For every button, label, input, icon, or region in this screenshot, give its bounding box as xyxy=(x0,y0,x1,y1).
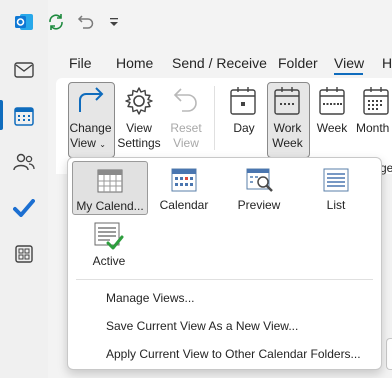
work-week-icon xyxy=(273,86,301,119)
save-view-menu-item[interactable]: Save Current View As a New View... xyxy=(106,319,298,333)
apply-view-menu-item[interactable]: Apply Current View to Other Calendar Fol… xyxy=(106,347,361,361)
reset-view-label-1: Reset xyxy=(170,121,202,135)
ribbon-separator xyxy=(214,86,215,150)
todo-icon[interactable] xyxy=(8,192,40,224)
view-option-list[interactable]: List xyxy=(299,161,373,213)
rail-selection-indicator xyxy=(0,100,3,130)
month-button[interactable]: Month xyxy=(356,121,392,136)
calendar-icon[interactable] xyxy=(8,100,40,132)
change-view-label-1: Change xyxy=(69,121,112,135)
sync-icon[interactable] xyxy=(46,12,66,32)
navigation-rail xyxy=(0,0,48,378)
tab-home[interactable]: Home xyxy=(116,55,153,71)
view-option-preview[interactable]: Preview xyxy=(222,161,296,213)
outlook-logo-icon xyxy=(14,12,34,32)
view-option-label: Active xyxy=(92,254,126,268)
view-option-label: My Calend... xyxy=(76,199,144,213)
tab-help-partial[interactable]: H xyxy=(382,55,392,71)
view-option-label: List xyxy=(326,198,346,212)
view-option-calendar[interactable]: Calendar xyxy=(147,161,221,213)
view-settings-label-2[interactable]: Settings xyxy=(116,136,162,151)
view-option-my-calendar[interactable]: My Calend... xyxy=(72,161,148,215)
view-option-label: Preview xyxy=(237,198,281,212)
apps-icon[interactable] xyxy=(8,238,40,270)
work-week-label-2: Week xyxy=(272,136,303,150)
reset-view-label-2: View xyxy=(173,136,199,150)
dropdown-divider xyxy=(76,279,373,280)
chevron-down-icon: ⌄ xyxy=(99,140,106,149)
change-view-label-2: View ⌄ xyxy=(70,136,106,150)
customize-qat-icon[interactable] xyxy=(104,12,124,32)
day-button[interactable]: Day xyxy=(224,121,264,136)
change-view-icon xyxy=(76,86,106,119)
tab-view[interactable]: View xyxy=(334,55,364,71)
active-view-icon xyxy=(94,222,124,250)
tab-folder[interactable]: Folder xyxy=(278,55,318,71)
mail-icon[interactable] xyxy=(8,54,40,86)
week-button[interactable]: Week xyxy=(312,121,352,136)
reset-view-icon xyxy=(172,86,200,119)
month-view-icon xyxy=(362,86,390,119)
undo-icon[interactable] xyxy=(76,12,96,32)
calendar-view-icon xyxy=(171,168,197,192)
settings-gear-icon xyxy=(124,86,154,119)
day-view-icon xyxy=(229,86,257,119)
view-settings-label-1[interactable]: View xyxy=(116,121,162,136)
tab-send-receive[interactable]: Send / Receive xyxy=(172,55,267,71)
people-icon[interactable] xyxy=(8,146,40,178)
view-option-label: Calendar xyxy=(159,198,209,212)
manage-views-menu-item[interactable]: Manage Views... xyxy=(106,291,195,305)
view-option-active[interactable]: Active xyxy=(72,217,146,269)
my-calendar-view-icon xyxy=(97,169,123,193)
partial-panel-edge xyxy=(386,338,392,370)
list-view-icon xyxy=(323,168,349,192)
week-view-icon xyxy=(318,86,346,119)
work-week-label-1: Work xyxy=(273,121,302,135)
preview-view-icon xyxy=(246,168,273,192)
active-tab-indicator xyxy=(334,73,363,75)
change-view-dropdown: My Calend... Calendar Preview List Activ… xyxy=(67,157,382,370)
tab-file[interactable]: File xyxy=(69,55,92,71)
